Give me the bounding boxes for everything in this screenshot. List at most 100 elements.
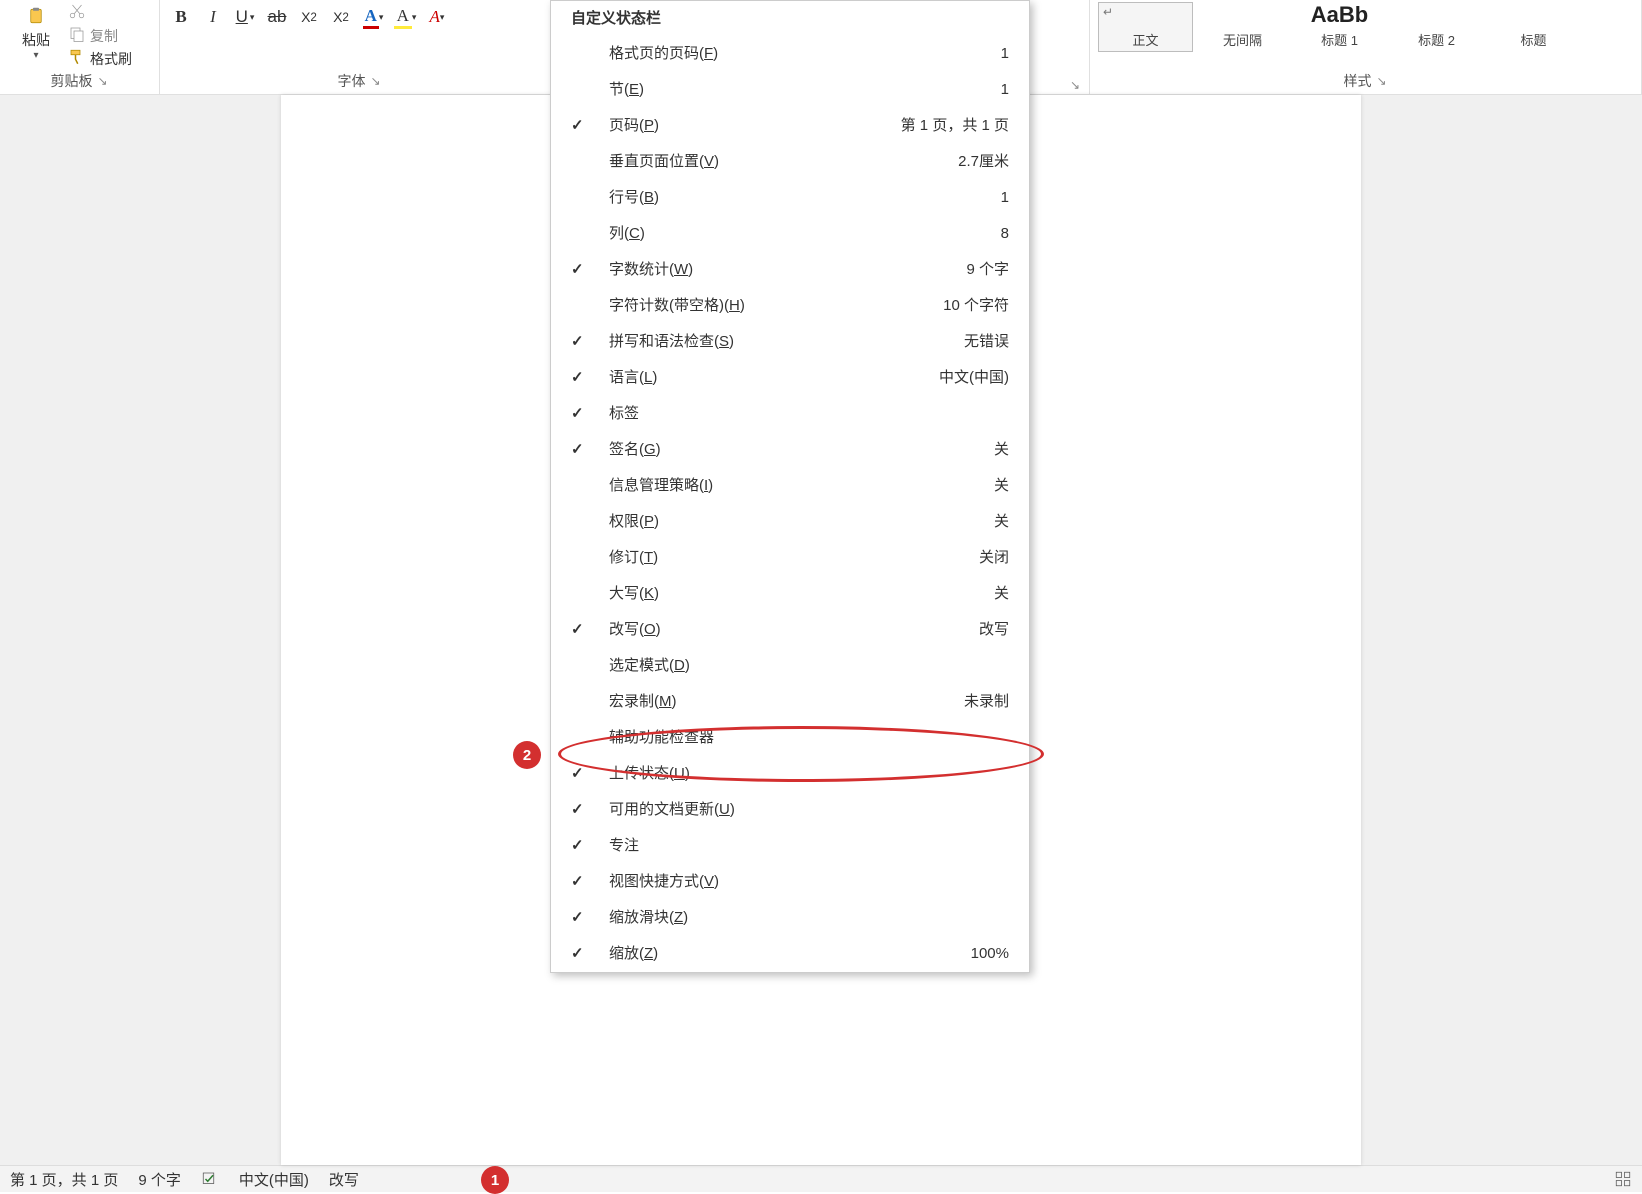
copy-label: 复制 <box>90 26 118 46</box>
check-icon: ✓ <box>571 333 584 351</box>
status-menu-item-19[interactable]: 辅助功能检查器 <box>551 720 1029 756</box>
status-menu-item-5[interactable]: 列(C)8 <box>551 216 1029 252</box>
check-icon: ✓ <box>571 117 584 135</box>
status-menu-item-15[interactable]: 大写(K)关 <box>551 576 1029 612</box>
status-menu-item-23[interactable]: ✓ 视图快捷方式(V) <box>551 864 1029 900</box>
status-menu-item-6[interactable]: ✓ 字数统计(W) 9 个字 <box>551 252 1029 288</box>
style-normal[interactable]: 正文 <box>1098 2 1193 52</box>
paste-label: 粘贴 <box>22 30 50 50</box>
menu-item-value: 未录制 <box>964 693 1009 711</box>
status-menu-item-11[interactable]: ✓ 签名(G) 关 <box>551 432 1029 468</box>
status-menu-item-3[interactable]: 垂直页面位置(V)2.7厘米 <box>551 144 1029 180</box>
menu-item-label: 视图快捷方式(V) <box>609 873 719 891</box>
status-menu-item-8[interactable]: ✓拼写和语法检查(S)无错误 <box>551 324 1029 360</box>
menu-item-label: 大写(K) <box>609 585 659 603</box>
menu-item-value: 关 <box>994 477 1009 495</box>
format-painter-button[interactable]: 格式刷 <box>68 48 132 69</box>
annotation-1: 1 <box>481 1166 509 1194</box>
status-menu-item-10[interactable]: ✓ 标签 <box>551 396 1029 432</box>
status-word-count[interactable]: 9 个字 <box>138 1169 181 1190</box>
check-icon: ✓ <box>571 873 584 891</box>
paragraph-dialog-launcher-icon[interactable]: ↘ <box>1069 79 1081 91</box>
check-icon: ✓ <box>571 261 584 279</box>
check-icon: ✓ <box>571 801 584 819</box>
cut-button[interactable] <box>68 2 132 23</box>
chevron-down-icon: ▾ <box>250 12 255 23</box>
menu-item-value: 9 个字 <box>966 261 1009 279</box>
menu-item-label: 宏录制(M) <box>609 693 677 711</box>
status-menu-item-18[interactable]: 宏录制(M) 未录制 <box>551 684 1029 720</box>
check-icon: ✓ <box>571 405 584 423</box>
status-menu-item-13[interactable]: 权限(P)关 <box>551 504 1029 540</box>
status-spellcheck-icon[interactable] <box>201 1170 219 1188</box>
check-icon: ✓ <box>571 837 584 855</box>
highlight-button[interactable]: A▾ <box>392 4 418 30</box>
menu-item-label: 信息管理策略(I) <box>609 477 713 495</box>
style-no-spacing[interactable]: 无间隔 <box>1195 2 1290 52</box>
status-focus-icon[interactable] <box>1614 1170 1632 1188</box>
status-menu-item-21[interactable]: ✓ 可用的文档更新(U) <box>551 792 1029 828</box>
menu-item-value: 2.7厘米 <box>958 153 1009 171</box>
context-menu-title: 自定义状态栏 <box>551 1 1029 36</box>
status-language[interactable]: 中文(中国) <box>239 1169 309 1190</box>
font-color-button[interactable]: A▾ <box>360 4 386 30</box>
chevron-down-icon: ▾ <box>33 50 38 61</box>
menu-item-value: 1 <box>1001 45 1009 63</box>
clipboard-dialog-launcher-icon[interactable]: ↘ <box>97 75 109 87</box>
status-menu-item-7[interactable]: 字符计数(带空格)(H)10 个字符 <box>551 288 1029 324</box>
status-page[interactable]: 第 1 页，共 1 页 <box>10 1169 118 1190</box>
status-menu-item-25[interactable]: ✓缩放(Z)100% <box>551 936 1029 972</box>
clipboard-side-buttons: 复制 格式刷 <box>68 2 132 69</box>
check-icon: ✓ <box>571 621 584 639</box>
status-menu-item-4[interactable]: 行号(B)1 <box>551 180 1029 216</box>
menu-item-label: 格式页的页码(F) <box>609 45 718 63</box>
menu-item-value: 1 <box>1001 81 1009 99</box>
clear-formatting-button[interactable]: A▾ <box>424 4 450 30</box>
status-menu-item-24[interactable]: ✓缩放滑块(Z) <box>551 900 1029 936</box>
format-painter-icon <box>68 48 86 69</box>
copy-icon <box>68 25 86 46</box>
menu-item-label: 修订(T) <box>609 549 658 567</box>
check-icon: ✓ <box>571 909 584 927</box>
menu-item-label: 可用的文档更新(U) <box>609 801 735 819</box>
superscript-button[interactable]: X2 <box>328 4 354 30</box>
style-title[interactable]: 标题 <box>1486 2 1581 52</box>
font-dialog-launcher-icon[interactable]: ↘ <box>370 75 382 87</box>
status-menu-item-0[interactable]: 格式页的页码(F) 1 <box>551 36 1029 72</box>
style-heading2[interactable]: 标题 2 <box>1389 2 1484 52</box>
style-heading1[interactable]: AaBb 标题 1 <box>1292 2 1387 52</box>
menu-item-label: 上传状态(U) <box>609 765 690 783</box>
ribbon-group-clipboard: 粘贴 ▾ 复制 <box>0 0 160 94</box>
status-menu-item-20[interactable]: ✓ 上传状态(U) <box>551 756 1029 792</box>
status-overtype[interactable]: 改写 <box>329 1169 359 1190</box>
chevron-down-icon: ▾ <box>440 12 445 23</box>
status-menu-item-12[interactable]: 信息管理策略(I) 关 <box>551 468 1029 504</box>
strikethrough-button[interactable]: ab <box>264 4 290 30</box>
subscript-button[interactable]: X2 <box>296 4 322 30</box>
status-menu-item-2[interactable]: ✓页码(P)第 1 页，共 1 页 <box>551 108 1029 144</box>
check-icon: ✓ <box>571 765 584 783</box>
menu-item-label: 字符计数(带空格)(H) <box>609 297 745 315</box>
check-icon: ✓ <box>571 441 584 459</box>
status-menu-item-17[interactable]: 选定模式(D) <box>551 648 1029 684</box>
menu-item-value: 关 <box>994 441 1009 459</box>
styles-gallery[interactable]: 正文 无间隔 AaBb 标题 1 标题 2 标题 <box>1098 2 1581 54</box>
menu-item-label: 语言(L) <box>609 369 657 387</box>
menu-item-label: 节(E) <box>609 81 644 99</box>
bold-button[interactable]: B <box>168 4 194 30</box>
status-menu-item-1[interactable]: 节(E) 1 <box>551 72 1029 108</box>
italic-button[interactable]: I <box>200 4 226 30</box>
underline-button[interactable]: U▾ <box>232 4 258 30</box>
status-menu-item-16[interactable]: ✓改写(O)改写 <box>551 612 1029 648</box>
styles-dialog-launcher-icon[interactable]: ↘ <box>1376 75 1388 87</box>
copy-button[interactable]: 复制 <box>68 25 132 46</box>
status-menu-item-9[interactable]: ✓语言(L)中文(中国) <box>551 360 1029 396</box>
paste-button[interactable]: 粘贴 ▾ <box>8 2 64 61</box>
menu-item-value: 关闭 <box>979 549 1009 567</box>
menu-item-label: 标签 <box>609 405 639 423</box>
status-menu-item-22[interactable]: ✓专注 <box>551 828 1029 864</box>
menu-item-label: 签名(G) <box>609 441 661 459</box>
clipboard-group-label: 剪贴板 <box>51 71 93 91</box>
menu-item-label: 字数统计(W) <box>609 261 693 279</box>
status-menu-item-14[interactable]: 修订(T) 关闭 <box>551 540 1029 576</box>
